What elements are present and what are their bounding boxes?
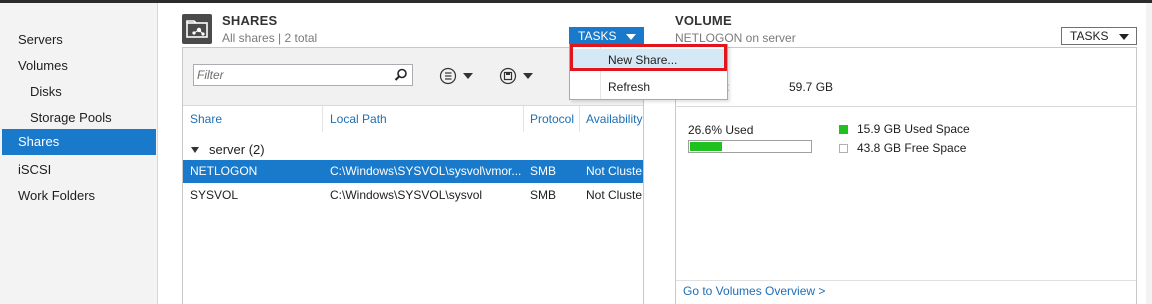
shares-tasks-label: TASKS — [578, 29, 617, 43]
volume-subtitle: NETLOGON on server — [675, 31, 796, 45]
volume-tasks-label: TASKS — [1070, 29, 1109, 43]
column-header-availability[interactable]: Availability — [586, 112, 642, 126]
list-options-icon — [439, 67, 457, 85]
volumes-overview-link[interactable]: Go to Volumes Overview > — [683, 284, 825, 298]
sidebar-nav: Servers Volumes Disks Storage Pools Shar… — [0, 3, 158, 304]
chevron-down-icon — [1119, 34, 1129, 40]
window-top-border — [0, 0, 1152, 3]
column-divider — [579, 106, 580, 132]
share-name-cell: NETLOGON — [190, 164, 258, 178]
local-path-cell: C:\Windows\SYSVOL\sysvol\vmor... — [330, 164, 522, 178]
used-space-swatch — [839, 125, 848, 134]
volume-title: VOLUME — [675, 13, 732, 28]
collapse-triangle-icon[interactable] — [191, 147, 199, 153]
local-path-cell: C:\Windows\SYSVOL\sysvol — [330, 188, 483, 202]
chevron-down-icon — [463, 73, 473, 79]
sidebar-item-servers[interactable]: Servers — [2, 27, 156, 53]
window-edge — [1146, 3, 1152, 304]
availability-cell: Not Cluste — [586, 188, 643, 202]
capacity-value: 59.7 GB — [789, 80, 834, 94]
used-space-legend: 15.9 GB Used Space — [857, 122, 970, 136]
column-header-share[interactable]: Share — [190, 112, 222, 126]
sidebar-item-work-folders[interactable]: Work Folders — [2, 183, 156, 209]
usage-bar-fill — [690, 142, 722, 151]
availability-cell: Not Cluste — [586, 164, 643, 178]
shares-folder-icon — [182, 14, 212, 44]
volume-tasks-button[interactable]: TASKS — [1061, 27, 1137, 45]
free-space-swatch — [839, 144, 848, 153]
protocol-cell: SMB — [530, 164, 557, 178]
free-space-legend: 43.8 GB Free Space — [857, 141, 967, 155]
server-group-header[interactable]: server (2) — [191, 142, 265, 157]
share-name-cell: SYSVOL — [190, 188, 239, 202]
list-view-options-button[interactable] — [439, 67, 479, 85]
chevron-down-icon — [626, 34, 636, 40]
used-percent-label: 26.6% Used — [688, 123, 754, 137]
menu-item-refresh[interactable]: Refresh — [570, 76, 727, 98]
column-divider — [322, 106, 323, 132]
sidebar-item-storage-pools[interactable]: Storage Pools — [2, 105, 156, 131]
table-row[interactable]: SYSVOL C:\Windows\SYSVOL\sysvol SMB Not … — [183, 184, 643, 207]
protocol-cell: SMB — [530, 188, 557, 202]
column-header-protocol[interactable]: Protocol — [530, 112, 574, 126]
shares-title: SHARES — [222, 13, 278, 28]
search-icon[interactable] — [394, 68, 408, 82]
table-row[interactable]: NETLOGON C:\Windows\SYSVOL\sysvol\vmor..… — [183, 160, 643, 183]
shares-tasks-button[interactable]: TASKS — [569, 27, 644, 45]
sidebar-item-disks[interactable]: Disks — [2, 79, 156, 105]
column-header-local-path[interactable]: Local Path — [330, 112, 387, 126]
shares-subtitle: All shares | 2 total — [222, 31, 318, 45]
save-icon — [499, 67, 517, 85]
sidebar-item-volumes[interactable]: Volumes — [2, 53, 156, 79]
column-divider — [523, 106, 524, 132]
sidebar-item-shares[interactable]: Shares — [2, 129, 156, 155]
sidebar-item-iscsi[interactable]: iSCSI — [2, 157, 156, 183]
chevron-down-icon — [523, 73, 533, 79]
tasks-dropdown-menu: New Share... Refresh — [569, 44, 728, 100]
volume-details-panel — [675, 47, 1137, 304]
volume-divider — [675, 106, 1137, 107]
filter-box — [193, 64, 413, 86]
save-query-button[interactable] — [499, 67, 539, 85]
server-group-label: server (2) — [209, 142, 265, 157]
filter-input[interactable] — [197, 67, 387, 83]
menu-item-new-share[interactable]: New Share... — [570, 49, 727, 71]
usage-bar — [688, 140, 812, 153]
